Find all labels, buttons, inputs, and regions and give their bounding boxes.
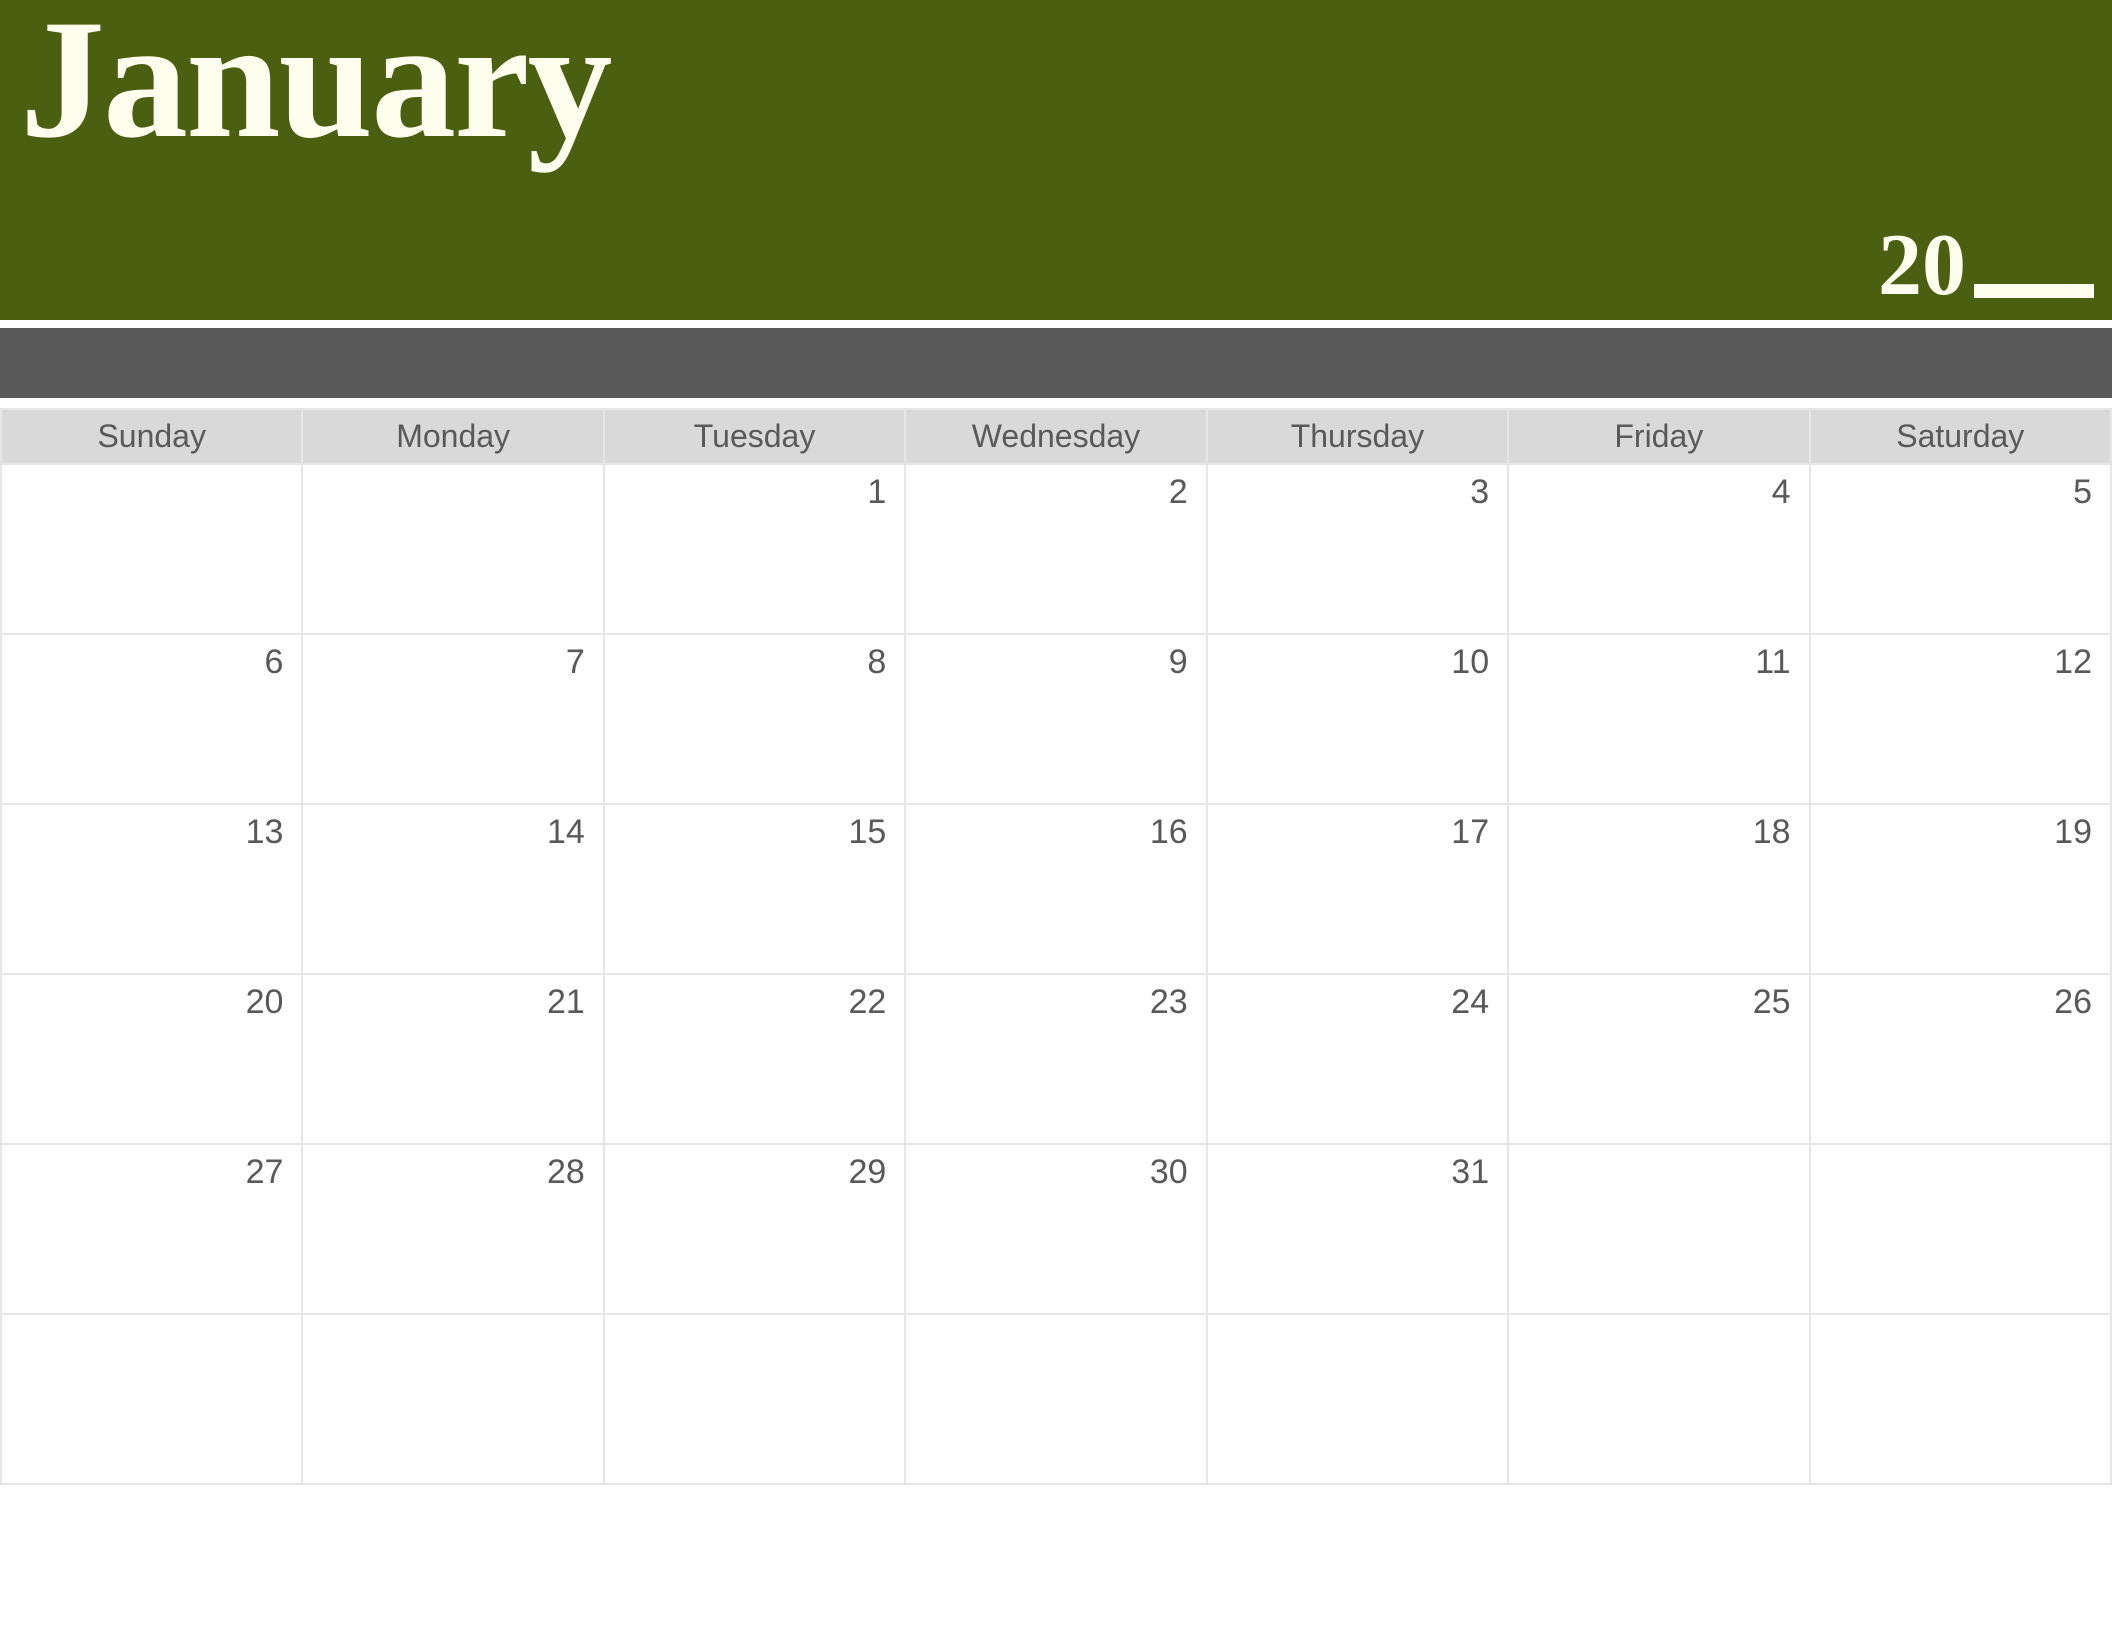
- day-cell: 31: [1207, 1144, 1508, 1314]
- day-cell: 8: [604, 634, 905, 804]
- day-cell: [302, 464, 603, 634]
- week-row: 1 2 3 4 5: [1, 464, 2111, 634]
- week-row: 13 14 15 16 17 18 19: [1, 804, 2111, 974]
- day-cell: 28: [302, 1144, 603, 1314]
- day-cell: 21: [302, 974, 603, 1144]
- year-prefix: 20: [1878, 222, 1966, 310]
- weekday-thursday: Thursday: [1207, 409, 1508, 464]
- day-cell: 1: [604, 464, 905, 634]
- day-cell: 26: [1810, 974, 2111, 1144]
- week-row: [1, 1314, 2111, 1484]
- day-cell: 29: [604, 1144, 905, 1314]
- year-blank-line: [1974, 284, 2094, 298]
- day-cell: 19: [1810, 804, 2111, 974]
- day-cell: 11: [1508, 634, 1809, 804]
- day-cell: [1810, 1314, 2111, 1484]
- day-cell: 24: [1207, 974, 1508, 1144]
- day-cell: 23: [905, 974, 1206, 1144]
- calendar-grid: Sunday Monday Tuesday Wednesday Thursday…: [0, 408, 2112, 1485]
- day-cell: 14: [302, 804, 603, 974]
- day-cell: 30: [905, 1144, 1206, 1314]
- weekday-saturday: Saturday: [1810, 409, 2111, 464]
- year-block: 20: [1878, 222, 2094, 310]
- sub-header-bar: [0, 328, 2112, 398]
- week-row: 6 7 8 9 10 11 12: [1, 634, 2111, 804]
- day-cell: [302, 1314, 603, 1484]
- day-cell: [1810, 1144, 2111, 1314]
- weekday-sunday: Sunday: [1, 409, 302, 464]
- day-cell: [604, 1314, 905, 1484]
- week-row: 20 21 22 23 24 25 26: [1, 974, 2111, 1144]
- day-cell: 4: [1508, 464, 1809, 634]
- month-title: January: [20, 0, 611, 177]
- day-cell: 10: [1207, 634, 1508, 804]
- header-band: January 20: [0, 0, 2112, 320]
- day-cell: [1, 1314, 302, 1484]
- weekday-monday: Monday: [302, 409, 603, 464]
- weekday-wednesday: Wednesday: [905, 409, 1206, 464]
- day-cell: [1207, 1314, 1508, 1484]
- day-cell: 6: [1, 634, 302, 804]
- day-cell: [1508, 1314, 1809, 1484]
- day-cell: 27: [1, 1144, 302, 1314]
- day-cell: 22: [604, 974, 905, 1144]
- day-cell: 13: [1, 804, 302, 974]
- weekday-friday: Friday: [1508, 409, 1809, 464]
- day-cell: [905, 1314, 1206, 1484]
- weekday-tuesday: Tuesday: [604, 409, 905, 464]
- day-cell: 3: [1207, 464, 1508, 634]
- day-cell: 15: [604, 804, 905, 974]
- calendar-page: January 20 Sunday Monday Tuesday Wednesd…: [0, 0, 2112, 1632]
- day-cell: [1508, 1144, 1809, 1314]
- day-cell: 5: [1810, 464, 2111, 634]
- day-cell: 9: [905, 634, 1206, 804]
- day-cell: 25: [1508, 974, 1809, 1144]
- day-cell: 7: [302, 634, 603, 804]
- weekday-header-row: Sunday Monday Tuesday Wednesday Thursday…: [1, 409, 2111, 464]
- day-cell: 17: [1207, 804, 1508, 974]
- day-cell: 12: [1810, 634, 2111, 804]
- day-cell: 2: [905, 464, 1206, 634]
- day-cell: 16: [905, 804, 1206, 974]
- week-row: 27 28 29 30 31: [1, 1144, 2111, 1314]
- day-cell: 20: [1, 974, 302, 1144]
- day-cell: [1, 464, 302, 634]
- day-cell: 18: [1508, 804, 1809, 974]
